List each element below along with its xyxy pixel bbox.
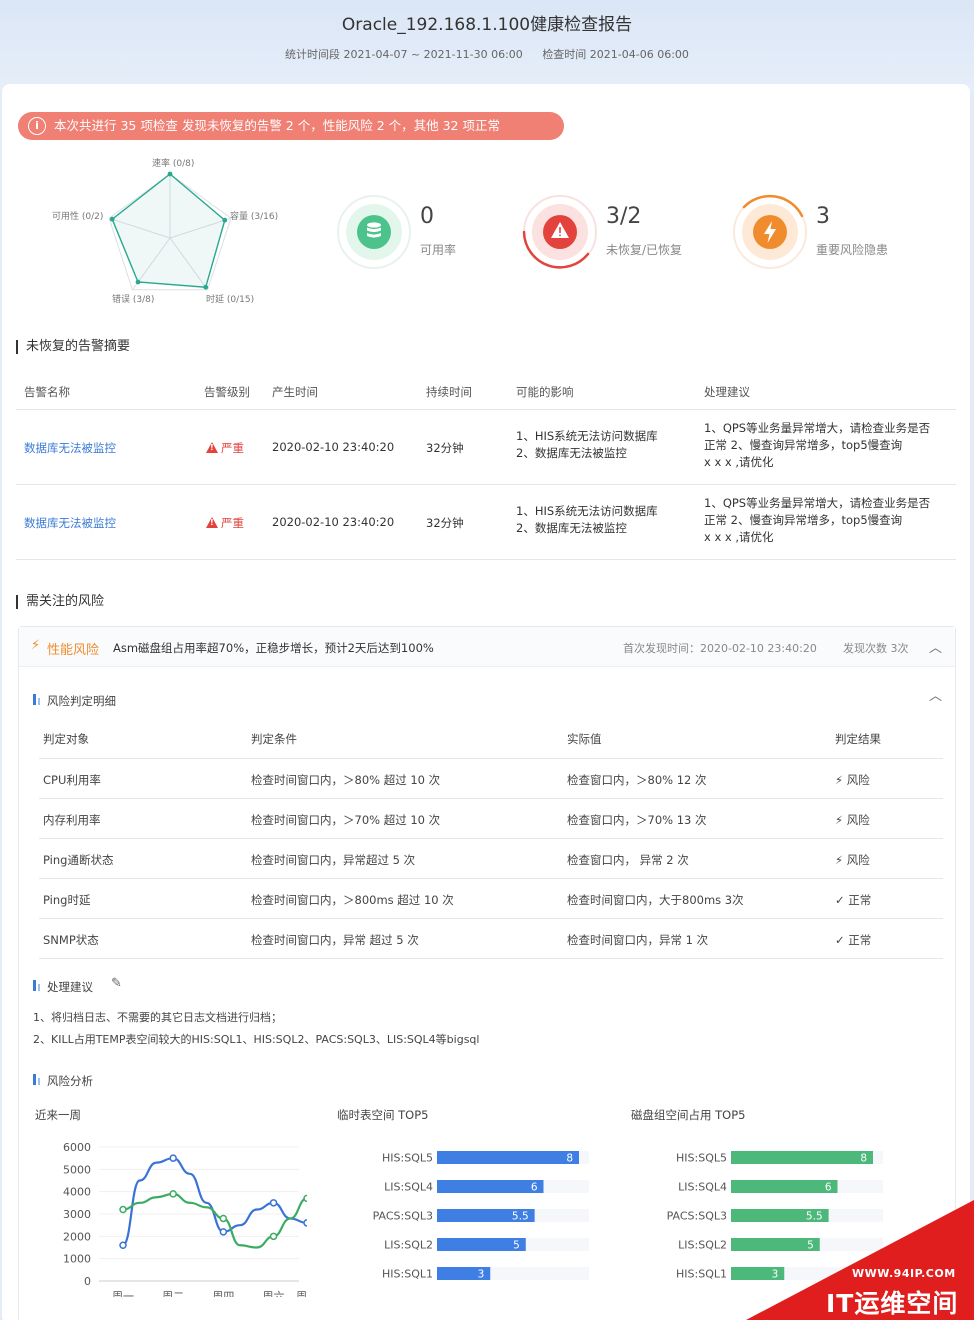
site-watermark: [746, 1200, 974, 1320]
watermark-url: WWW.94IP.COM: [852, 1267, 956, 1280]
watermark-name: IT运维空间: [826, 1289, 959, 1318]
